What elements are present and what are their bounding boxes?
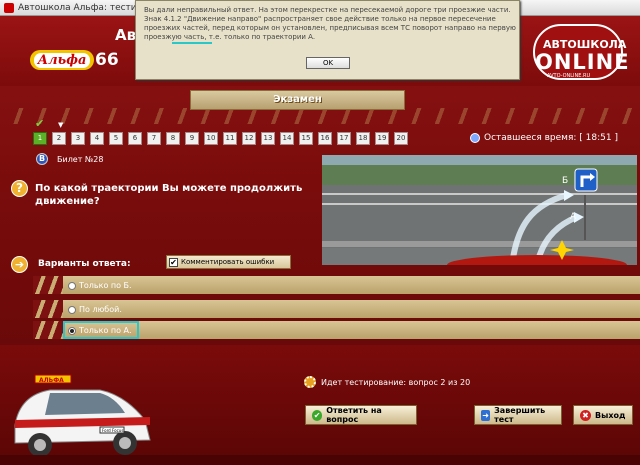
question-number-8[interactable]: 8	[166, 132, 180, 145]
alfa-logo: Альфа	[30, 50, 94, 70]
question-image: Б А	[322, 155, 637, 265]
online-logo: АВТОШКОЛА ONLINE AVTO-ONLINE.RU	[525, 24, 635, 80]
phone-fragment: 66	[95, 50, 119, 70]
question-text: По какой траектории Вы можете продолжить…	[35, 183, 303, 207]
label-a: А	[570, 212, 577, 222]
close-icon: ✖	[580, 409, 591, 421]
online-logo-site: AVTO-ONLINE.RU	[547, 73, 591, 79]
alfa-logo-text: Альфа	[33, 52, 91, 68]
options-arrow-icon: ➔	[11, 256, 28, 273]
selected-answer-highlight	[63, 321, 139, 339]
clock-icon	[470, 133, 480, 143]
question-number-9[interactable]: 9	[185, 132, 199, 145]
finish-button-label: Завершить тест	[494, 406, 546, 424]
answer-row-bar	[63, 321, 640, 339]
question-number-16[interactable]: 16	[318, 132, 332, 145]
question-navigator: 1 2 3 4 5 6 7 8 9 10 11 12 13 14 15 16 17 18 19 20	[33, 132, 408, 145]
title-fragment: Ав	[115, 26, 137, 44]
exam-header: Экзамен	[190, 90, 405, 110]
correct-check-icon: ✔	[35, 117, 45, 130]
current-pointer-icon: ▼	[58, 121, 64, 129]
checkmark-icon: ✔	[312, 409, 323, 421]
answer-option-label: Только по Б.	[79, 281, 132, 290]
app-icon	[4, 2, 14, 13]
car-plate: Ford Focus	[102, 428, 123, 433]
question-number-20[interactable]: 20	[394, 132, 408, 145]
footer-shadow	[0, 455, 640, 465]
question-icon: ?	[11, 180, 28, 197]
question-number-19[interactable]: 19	[375, 132, 389, 145]
question-number-7[interactable]: 7	[147, 132, 161, 145]
answer-option-1[interactable]: Только по Б.	[68, 281, 132, 290]
answer-button[interactable]: ✔ Ответить на вопрос	[305, 405, 417, 425]
intersection-illustration: Б А	[322, 155, 637, 265]
dialog-ok-button[interactable]: OK	[306, 57, 350, 69]
ticket-label: Билет №28	[57, 155, 104, 164]
dialog-message: Вы дали неправильный ответ. На этом пере…	[144, 6, 516, 41]
question-number-12[interactable]: 12	[242, 132, 256, 145]
feedback-dialog: Вы дали неправильный ответ. На этом пере…	[135, 0, 520, 80]
timer: Оставшееся время: [ 18:51 ]	[470, 133, 618, 143]
question-number-11[interactable]: 11	[223, 132, 237, 145]
label-b: Б	[562, 176, 568, 186]
question-number-2[interactable]: 2	[52, 132, 66, 145]
question-number-13[interactable]: 13	[261, 132, 275, 145]
answer-row-bar	[63, 276, 640, 294]
comment-errors-label: Комментировать ошибки	[181, 258, 275, 266]
ticket-icon: B	[36, 153, 48, 165]
question-number-6[interactable]: 6	[128, 132, 142, 145]
question-number-10[interactable]: 10	[204, 132, 218, 145]
car-roof-sign: АЛЬФА	[39, 377, 64, 384]
checkbox-checked-icon[interactable]: ✔	[169, 257, 178, 267]
timer-label: Оставшееся время: [ 18:51 ]	[484, 133, 618, 143]
answer-row-bar	[63, 300, 640, 318]
online-logo-word: ONLINE	[535, 50, 630, 74]
question-number-15[interactable]: 15	[299, 132, 313, 145]
question-number-1[interactable]: 1	[33, 132, 47, 145]
comment-errors-checkbox[interactable]: ✔ Комментировать ошибки	[166, 255, 291, 269]
question-number-3[interactable]: 3	[71, 132, 85, 145]
question-number-5[interactable]: 5	[109, 132, 123, 145]
exit-button[interactable]: ✖ Выход	[573, 405, 633, 425]
options-label: Варианты ответа:	[38, 259, 131, 269]
test-status: Идет тестирование: вопрос 2 из 20	[304, 376, 470, 388]
question-number-18[interactable]: 18	[356, 132, 370, 145]
exit-button-label: Выход	[595, 410, 626, 420]
question-number-4[interactable]: 4	[90, 132, 104, 145]
finish-icon: ➜	[481, 409, 491, 421]
finish-test-button[interactable]: ➜ Завершить тест	[474, 405, 562, 425]
answer-option-label: По любой.	[79, 305, 122, 314]
radio-button[interactable]	[68, 305, 76, 314]
driving-school-car: АЛЬФА Ford Focus	[5, 365, 155, 460]
dialog-highlight	[172, 42, 212, 44]
status-text: Идет тестирование: вопрос 2 из 20	[321, 377, 471, 387]
question-number-17[interactable]: 17	[337, 132, 351, 145]
banner-stripes	[0, 108, 640, 124]
radio-button[interactable]	[68, 281, 76, 290]
answer-row-2[interactable]	[33, 300, 640, 318]
app-window: Автошкола Альфа: тестирование Альфа 66 А…	[0, 0, 640, 465]
question-number-14[interactable]: 14	[280, 132, 294, 145]
answer-button-label: Ответить на вопрос	[326, 406, 382, 424]
answer-option-2[interactable]: По любой.	[68, 305, 122, 314]
gear-icon	[304, 376, 316, 388]
